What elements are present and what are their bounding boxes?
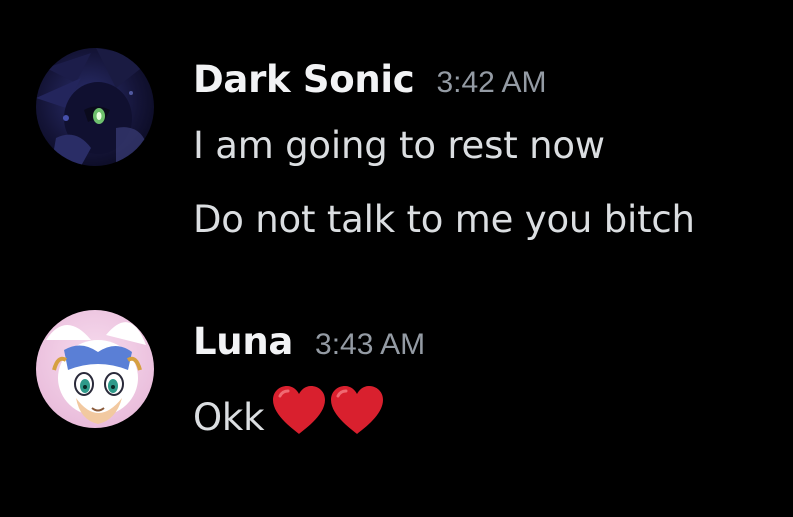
dark-sonic-avatar[interactable]: [36, 48, 154, 166]
red-heart-icon: [270, 384, 328, 447]
message-text-content: Okk: [193, 396, 265, 439]
message-group-dark-sonic: Dark Sonic 3:42 AM I am going to rest no…: [0, 0, 793, 280]
timestamp[interactable]: 3:42 AM: [436, 66, 546, 100]
dark-sonic-avatar-image: [36, 48, 154, 166]
message-text: Do not talk to me you bitch: [193, 198, 695, 241]
red-heart-icon: [328, 384, 386, 447]
message-header: Luna 3:43 AM: [193, 320, 425, 363]
message-text: Okk: [193, 384, 386, 447]
message-header: Dark Sonic 3:42 AM: [193, 58, 547, 101]
timestamp[interactable]: 3:43 AM: [315, 328, 425, 362]
username[interactable]: Dark Sonic: [193, 58, 415, 101]
rouge-bat-avatar-image: [36, 310, 154, 428]
message-group-luna: Luna 3:43 AM Okk: [0, 280, 793, 517]
message-text: I am going to rest now: [193, 124, 605, 167]
rouge-bat-avatar[interactable]: [36, 310, 154, 428]
username[interactable]: Luna: [193, 320, 293, 363]
